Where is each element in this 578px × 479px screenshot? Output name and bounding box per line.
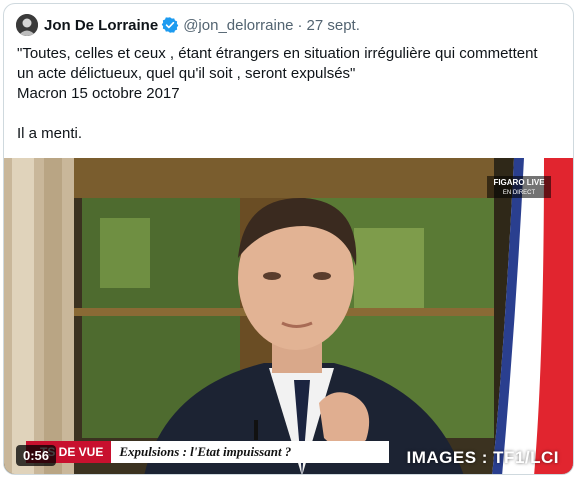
channel-logo-live: EN DIRECT <box>502 190 536 196</box>
avatar[interactable] <box>16 14 38 36</box>
separator-dot: · <box>297 16 303 34</box>
video-frame <box>4 158 573 474</box>
author-handle[interactable]: @jon_delorraine <box>183 17 293 34</box>
banner-headline: Expulsions : l'Etat impuissant ? <box>111 441 390 463</box>
channel-logo: FIGARO LIVE EN DIRECT <box>487 176 551 198</box>
tweet-header: Jon De Lorraine @jon_delorraine · 27 sep… <box>16 14 360 36</box>
tweet-text-line: un acte délictueux, quel qu'il soit , se… <box>17 65 356 82</box>
tweet-text-line: Il a menti. <box>17 125 83 142</box>
tweet-date[interactable]: 27 sept. <box>307 17 360 34</box>
verified-badge-icon <box>161 17 179 33</box>
tweet-card[interactable]: Jon De Lorraine @jon_delorraine · 27 sep… <box>3 3 574 475</box>
video-duration-badge: 0:56 <box>16 445 57 466</box>
tweet-text-line: "Toutes, celles et ceux , étant étranger… <box>17 45 538 62</box>
video-player[interactable]: FIGARO LIVE EN DIRECT TS DE VUE Expulsio… <box>4 158 573 474</box>
tweet-text: "Toutes, celles et ceux , étant étranger… <box>17 44 565 144</box>
image-credit: IMAGES : TF1/LCI <box>406 448 559 467</box>
channel-logo-name: FIGARO LIVE <box>493 178 545 187</box>
tweet-text-line: Macron 15 octobre 2017 <box>17 85 180 102</box>
tweet-text-line <box>17 104 565 124</box>
author-display-name[interactable]: Jon De Lorraine <box>44 17 158 34</box>
lower-third-banner: TS DE VUE Expulsions : l'Etat impuissant… <box>26 441 390 463</box>
